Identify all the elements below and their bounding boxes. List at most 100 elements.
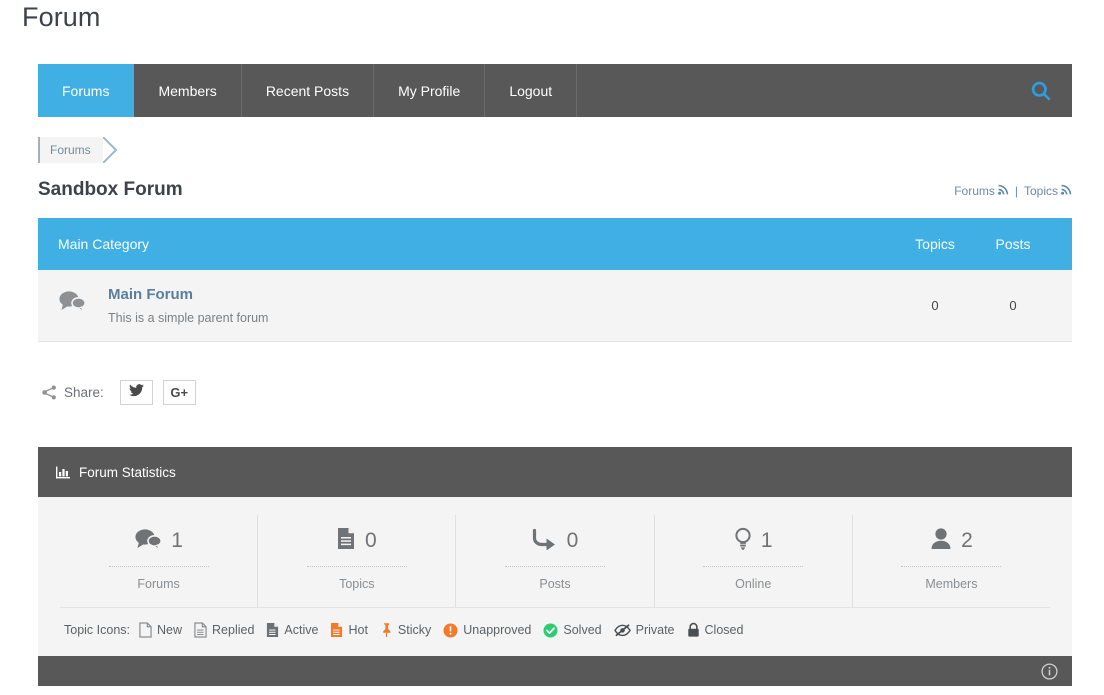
table-row[interactable]: Main Forum This is a simple parent forum… [38, 270, 1072, 342]
doc-blank-icon [139, 622, 152, 638]
stat-forums-label: Forums [60, 577, 257, 591]
forum-posts-count: 0 [974, 298, 1052, 313]
info-circle-icon[interactable] [1041, 663, 1058, 680]
comments-icon [134, 528, 162, 555]
stat-forums-value: 1 [171, 529, 183, 553]
feed-links: Forums | Topics [954, 184, 1072, 201]
stat-members-value: 2 [961, 529, 973, 553]
rss-feed-icon [998, 184, 1009, 198]
nav-item-recent-posts[interactable]: Recent Posts [242, 64, 374, 117]
doc-filled-icon [266, 622, 279, 638]
stat-topics: 0 Topics [258, 515, 456, 607]
stat-posts-label: Posts [456, 577, 653, 591]
google-plus-icon: G+ [170, 385, 188, 400]
stat-divider [901, 566, 1001, 567]
doc-lines-icon [194, 622, 207, 638]
nav-item-my-profile[interactable]: My Profile [374, 64, 485, 117]
stat-posts-top: 0 [456, 525, 653, 557]
legend-label-unapproved: Unapproved [463, 623, 531, 637]
lock-icon [687, 622, 700, 638]
stat-divider [307, 566, 407, 567]
legend-item-active: Active [266, 622, 318, 638]
main-navigation: Forums Members Recent Posts My Profile L… [38, 64, 1072, 117]
category-name: Main Category [58, 236, 896, 252]
pin-icon [380, 622, 393, 638]
feed-separator: | [1015, 184, 1018, 198]
statistics-body: 1 Forums [38, 497, 1072, 656]
legend-item-hot: Hot [330, 622, 367, 638]
forum-description: This is a simple parent forum [108, 311, 268, 325]
page-title: Forum [22, 2, 101, 33]
legend-label-private: Private [636, 623, 675, 637]
legend-label-active: Active [284, 623, 318, 637]
stat-members-top: 2 [853, 525, 1050, 557]
search-icon[interactable] [1030, 80, 1052, 102]
topics-feed-link[interactable]: Topics [1024, 184, 1072, 198]
check-circle-icon [543, 623, 558, 638]
stat-forums: 1 Forums [60, 515, 258, 607]
user-icon [930, 527, 952, 555]
topic-icons-legend: Topic Icons: New [38, 608, 1072, 656]
forum-topics-count: 0 [896, 298, 974, 313]
stat-online-top: 1 [655, 525, 852, 557]
stat-topics-value: 0 [365, 529, 377, 553]
nav-item-members[interactable]: Members [134, 64, 241, 117]
statistics-title: Forum Statistics [79, 465, 176, 480]
nav-item-logout[interactable]: Logout [485, 64, 577, 117]
stat-online: 1 Online [655, 515, 853, 607]
eye-slash-icon [614, 623, 631, 637]
google-plus-share-button[interactable]: G+ [163, 380, 196, 405]
legend-title: Topic Icons: [64, 623, 130, 637]
lightbulb-icon [734, 527, 752, 556]
category-table: Main Category Topics Posts Ma [38, 218, 1072, 342]
legend-label-sticky: Sticky [398, 623, 431, 637]
breadcrumb-item-forums[interactable]: Forums [38, 137, 103, 163]
column-header-posts: Posts [974, 236, 1052, 252]
stat-members-label: Members [853, 577, 1050, 591]
legend-label-hot: Hot [348, 623, 367, 637]
legend-item-closed: Closed [687, 622, 744, 638]
stat-posts: 0 Posts [456, 515, 654, 607]
nav-label-logout: Logout [509, 83, 552, 99]
legend-item-replied: Replied [194, 622, 254, 638]
stat-divider [505, 566, 605, 567]
reply-arrow-icon [532, 528, 558, 555]
share-icon [42, 385, 57, 400]
breadcrumb-label: Forums [50, 143, 91, 157]
forum-texts: Main Forum This is a simple parent forum [104, 286, 268, 325]
statistics-grid: 1 Forums [38, 515, 1072, 607]
twitter-icon [129, 384, 144, 402]
legend-label-new: New [157, 623, 182, 637]
nav-label-my-profile: My Profile [398, 83, 460, 99]
legend-label-solved: Solved [563, 623, 601, 637]
nav-label-forums: Forums [62, 83, 109, 99]
footer-bar [38, 656, 1072, 686]
twitter-share-button[interactable] [120, 380, 153, 405]
legend-item-unapproved: Unapproved [443, 623, 531, 638]
legend-item-private: Private [614, 623, 675, 637]
forum-heading-row: Sandbox Forum Forums | Topics [38, 179, 1072, 207]
nav-item-forums[interactable]: Forums [38, 64, 134, 117]
rss-feed-icon [1061, 184, 1072, 198]
page-container: Forums Members Recent Posts My Profile L… [38, 64, 1072, 686]
forums-feed-link[interactable]: Forums [954, 184, 1009, 198]
forum-main-cell: Main Forum This is a simple parent forum [58, 286, 896, 325]
exclamation-circle-icon [443, 623, 458, 638]
page-heading: Sandbox Forum [38, 179, 183, 201]
legend-label-closed: Closed [705, 623, 744, 637]
stat-posts-value: 0 [567, 529, 579, 553]
legend-label-replied: Replied [212, 623, 254, 637]
legend-item-sticky: Sticky [380, 622, 431, 638]
share-label: Share: [64, 385, 104, 400]
nav-spacer [577, 64, 1072, 117]
breadcrumb: Forums [38, 137, 1072, 163]
stat-members: 2 Members [853, 515, 1050, 607]
topics-feed-label: Topics [1024, 184, 1058, 198]
nav-label-members: Members [158, 83, 216, 99]
forum-statistics-panel: Forum Statistics [38, 447, 1072, 686]
bar-chart-icon [56, 466, 70, 479]
nav-label-recent-posts: Recent Posts [266, 83, 349, 99]
forum-link[interactable]: Main Forum [108, 286, 268, 303]
stat-topics-label: Topics [258, 577, 455, 591]
column-header-topics: Topics [896, 236, 974, 252]
